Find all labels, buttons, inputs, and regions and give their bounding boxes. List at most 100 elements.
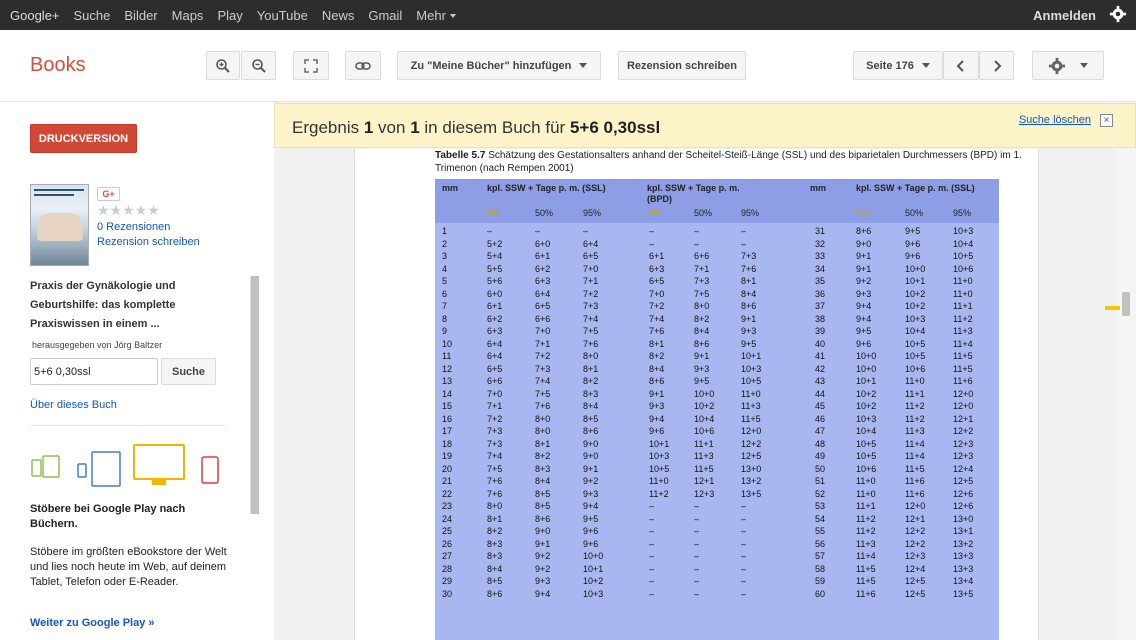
search-hit-marker[interactable] bbox=[1105, 306, 1120, 310]
google-plus-button[interactable]: G+ bbox=[97, 187, 120, 201]
header-bpd: kpl. SSW + Tage p. m. (BPD) bbox=[647, 183, 740, 204]
table-row: 10 6+4 7+1 7+6 8+1 8+6 9+5 40 9+6 10+5 11+4 bbox=[435, 339, 999, 352]
table-cell: – bbox=[487, 226, 493, 236]
table-cell: 12+2 bbox=[905, 538, 926, 549]
close-icon[interactable]: × bbox=[1100, 114, 1113, 127]
table-cell: 8+5 bbox=[583, 413, 599, 424]
table-cell: 9+5 bbox=[583, 513, 599, 524]
table-cell: 7+5 bbox=[487, 463, 503, 474]
table-cell: 8+1 bbox=[487, 513, 503, 524]
table-cell: 8+6 bbox=[487, 588, 503, 599]
table-cell: 6+0 bbox=[487, 288, 503, 299]
google-play-promo-text: Stöbere im größten eBookstore der Welt u… bbox=[30, 546, 227, 588]
table-cell: 10+3 bbox=[905, 313, 926, 324]
table-cell: 9+5 bbox=[741, 338, 757, 349]
table-cell: 6+1 bbox=[487, 301, 503, 311]
nav-youtube[interactable]: YouTube bbox=[257, 8, 308, 23]
table-cell: 5+2 bbox=[487, 238, 503, 249]
table-cell: 13+0 bbox=[953, 513, 974, 524]
nav-images[interactable]: Bilder bbox=[124, 8, 157, 23]
table-cell: 10+3 bbox=[953, 226, 974, 236]
table-cell: 11+6 bbox=[905, 488, 925, 499]
add-to-library-button[interactable]: Zu "Meine Bücher" hinzufügen bbox=[397, 51, 601, 80]
reviews-count-link[interactable]: 0 Rezensionen bbox=[97, 221, 170, 233]
table-row: 29 8+5 9+3 10+2 – – – 59 11+5 12+5 13+4 bbox=[435, 576, 999, 589]
clear-search-link[interactable]: Suche löschen bbox=[1019, 114, 1091, 126]
header-p95: 95% bbox=[953, 208, 972, 218]
nav-gmail[interactable]: Gmail bbox=[368, 8, 402, 23]
page-scrollbar[interactable] bbox=[1116, 149, 1136, 640]
print-version-button[interactable]: DRUCKVERSION bbox=[30, 124, 137, 153]
rating-stars[interactable]: ★★★★★ bbox=[97, 202, 160, 219]
about-book-link[interactable]: Über dieses Buch bbox=[30, 399, 117, 411]
table-row: 23 8+0 8+5 9+4 – – – 53 11+1 12+0 12+6 bbox=[435, 501, 999, 514]
book-page-viewer[interactable]: Ergebnis 1 von 1 in diesem Buch für 5+6 … bbox=[274, 102, 1136, 640]
table-cell: 9+1 bbox=[535, 538, 551, 549]
link-icon bbox=[355, 61, 371, 70]
table-cell: 11+2 bbox=[905, 401, 925, 411]
table-caption-label: Tabelle 5.7 bbox=[435, 150, 486, 161]
table-cell: 7+5 bbox=[694, 288, 710, 299]
table-cell: 27 bbox=[442, 551, 453, 561]
nav-google-plus[interactable]: Google+ bbox=[10, 8, 60, 23]
table-cell: 8+1 bbox=[583, 363, 599, 374]
google-play-link[interactable]: Weiter zu Google Play » bbox=[30, 617, 155, 629]
link-button[interactable] bbox=[345, 51, 381, 80]
google-play-promo-title: Stöbere bei Google Play nach Büchern. bbox=[30, 503, 186, 530]
table-cell: 7+4 bbox=[583, 313, 599, 324]
books-logo[interactable]: Books bbox=[30, 54, 86, 77]
table-cell: 8+5 bbox=[487, 576, 503, 586]
table-cell: 13+4 bbox=[953, 576, 974, 586]
table-cell: 8+0 bbox=[487, 501, 503, 511]
book-cover-image[interactable] bbox=[30, 184, 89, 266]
table-cell: 9+0 bbox=[583, 451, 599, 461]
table-cell: – bbox=[649, 501, 655, 511]
table-cell: 9+1 bbox=[694, 351, 710, 361]
table-row: 28 8+4 9+2 10+1 – – – 58 11+5 12+4 13+3 bbox=[435, 564, 999, 577]
table-cell: 12+1 bbox=[694, 476, 715, 486]
table-row: 16 7+2 8+0 8+5 9+4 10+4 11+5 46 10+3 11+2 12+1 bbox=[435, 414, 999, 427]
table-cell: 8+4 bbox=[583, 401, 599, 411]
nav-more-menu[interactable]: Mehr bbox=[416, 8, 456, 23]
table-cell: 10+1 bbox=[583, 563, 604, 574]
table-cell: – bbox=[649, 513, 655, 524]
nav-news[interactable]: News bbox=[322, 8, 355, 23]
nav-maps[interactable]: Maps bbox=[172, 8, 204, 23]
table-cell: 10+1 bbox=[905, 276, 926, 286]
table-cell: 8+1 bbox=[741, 276, 757, 286]
header-p5: 5% bbox=[487, 208, 501, 218]
table-cell: 11+3 bbox=[905, 426, 925, 436]
table-cell: 11+4 bbox=[905, 451, 925, 461]
page-select-dropdown[interactable]: Seite 176 bbox=[853, 51, 943, 80]
zoom-in-button[interactable] bbox=[206, 51, 240, 80]
table-cell: 10+1 bbox=[741, 351, 762, 361]
header-p95: 95% bbox=[583, 208, 602, 218]
search-in-book-input[interactable] bbox=[30, 358, 158, 385]
table-cell: 9+3 bbox=[856, 288, 872, 299]
table-cell: 6+4 bbox=[487, 351, 503, 361]
table-cell: – bbox=[649, 238, 655, 249]
table-cell: 18 bbox=[442, 438, 453, 449]
sidebar-scrollbar[interactable] bbox=[250, 276, 259, 514]
scrollbar-thumb[interactable] bbox=[1122, 292, 1130, 316]
zoom-out-button[interactable] bbox=[241, 51, 276, 80]
next-page-button[interactable] bbox=[979, 51, 1014, 80]
table-cell: 12+0 bbox=[905, 501, 926, 511]
write-review-link[interactable]: Rezension schreiben bbox=[97, 236, 200, 248]
table-cell: 37 bbox=[815, 301, 826, 311]
table-cell: 10+3 bbox=[649, 451, 670, 461]
table-cell: 11+3 bbox=[741, 401, 761, 411]
nav-play[interactable]: Play bbox=[217, 8, 242, 23]
write-review-button[interactable]: Rezension schreiben bbox=[618, 51, 746, 80]
gear-icon[interactable] bbox=[1108, 5, 1128, 25]
nav-search[interactable]: Suche bbox=[74, 8, 111, 23]
table-row: 22 7+6 8+5 9+3 11+2 12+3 13+5 52 11+0 11+6 12+6 bbox=[435, 489, 999, 502]
search-in-book-button[interactable]: Suche bbox=[161, 358, 216, 385]
table-cell: 12+5 bbox=[741, 451, 762, 461]
fullscreen-button[interactable] bbox=[293, 51, 329, 80]
view-settings-button[interactable] bbox=[1032, 51, 1104, 80]
table-row: 8 6+2 6+6 7+4 7+4 8+2 9+1 38 9+4 10+3 11+2 bbox=[435, 314, 999, 327]
signin-link[interactable]: Anmelden bbox=[1033, 8, 1096, 23]
table-cell: 11+1 bbox=[856, 501, 876, 511]
prev-page-button[interactable] bbox=[943, 51, 979, 80]
